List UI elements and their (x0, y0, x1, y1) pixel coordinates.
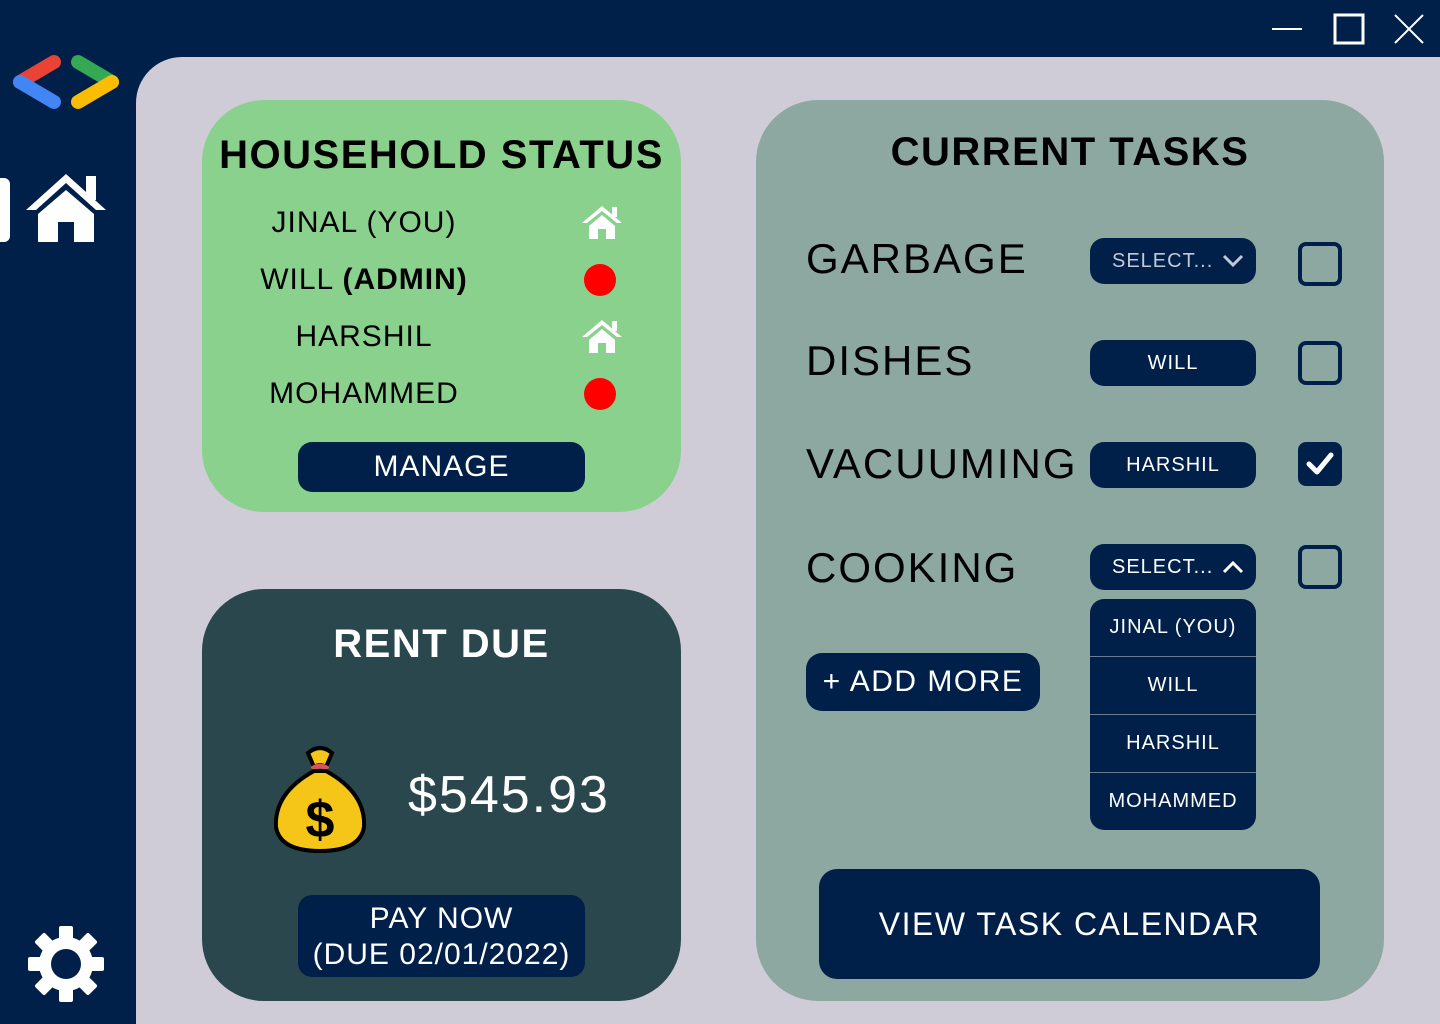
app-logo-icon (10, 54, 122, 112)
gear-icon (28, 926, 104, 1002)
dropdown-option[interactable]: MOHAMMED (1090, 773, 1256, 830)
member-name: JINAL (YOU) (271, 206, 457, 239)
away-dot (584, 378, 616, 410)
rent-amount: $545.93 (408, 766, 610, 824)
status-home (582, 204, 622, 240)
svg-text:$: $ (306, 791, 335, 849)
minimize-icon (1272, 28, 1302, 30)
current-tasks-card: CURRENT TASKS GARBAGE SELECT... DISHES W… (756, 100, 1384, 1001)
home-icon (582, 320, 622, 353)
task-name: COOKING (806, 544, 1019, 591)
task-checkbox[interactable] (1298, 341, 1342, 385)
pay-now-button[interactable]: PAY NOW (DUE 02/01/2022) (298, 895, 585, 977)
status-away (582, 262, 618, 298)
assignee-select[interactable]: SELECT... (1090, 238, 1256, 284)
member-name: MOHAMMED (269, 377, 459, 410)
away-dot (584, 264, 616, 296)
assignee-dropdown-menu: JINAL (YOU) WILL HARSHIL MOHAMMED (1090, 599, 1256, 830)
view-task-calendar-button[interactable]: VIEW TASK CALENDAR (819, 869, 1320, 979)
chevron-down-icon (1222, 254, 1244, 268)
checkmark-icon (1306, 452, 1334, 475)
dropdown-option[interactable]: JINAL (YOU) (1090, 599, 1256, 657)
due-date-label: (DUE 02/01/2022) (312, 938, 571, 971)
assignee-label: SELECT... (1112, 250, 1214, 272)
chevron-up-icon (1222, 560, 1244, 574)
task-name: VACUUMING (806, 440, 1078, 487)
member-name: HARSHIL (295, 320, 433, 353)
dropdown-option[interactable]: WILL (1090, 657, 1256, 715)
minimize-button[interactable] (1266, 8, 1308, 50)
close-button[interactable] (1388, 8, 1430, 50)
dropdown-option[interactable]: HARSHIL (1090, 715, 1256, 773)
member-name: WILL (ADMIN) (260, 263, 468, 296)
assignee-select[interactable]: WILL (1090, 340, 1256, 386)
task-checkbox[interactable] (1298, 242, 1342, 286)
current-tasks-title: CURRENT TASKS (890, 130, 1250, 174)
task-name: DISHES (806, 337, 975, 384)
assignee-select[interactable]: SELECT... (1090, 544, 1256, 590)
household-status-card: HOUSEHOLD STATUS JINAL (YOU) WILL (ADMIN… (202, 100, 681, 512)
sidebar-item-home[interactable] (0, 170, 130, 250)
status-away (582, 376, 618, 412)
status-home (582, 318, 622, 354)
manage-button[interactable]: MANAGE (298, 442, 585, 492)
assignee-label: SELECT... (1112, 556, 1214, 578)
money-bag-icon: $ (273, 746, 367, 854)
assignee-select[interactable]: HARSHIL (1090, 442, 1256, 488)
maximize-button[interactable] (1328, 8, 1370, 50)
active-indicator (0, 178, 10, 242)
pay-now-label: PAY NOW (369, 902, 514, 935)
rent-due-title: RENT DUE (333, 622, 550, 666)
home-icon (582, 206, 622, 239)
task-name: GARBAGE (806, 235, 1028, 282)
settings-button[interactable] (26, 924, 106, 1004)
task-checkbox[interactable] (1298, 545, 1342, 589)
add-more-button[interactable]: + ADD MORE (806, 653, 1040, 711)
close-icon (1394, 14, 1424, 44)
home-icon (26, 174, 106, 242)
household-status-title: HOUSEHOLD STATUS (219, 133, 664, 177)
task-checkbox[interactable] (1298, 442, 1342, 486)
rent-due-card: RENT DUE $ $545.93 PAY NOW (DUE 02/01/20… (202, 589, 681, 1001)
maximize-icon (1333, 13, 1365, 45)
